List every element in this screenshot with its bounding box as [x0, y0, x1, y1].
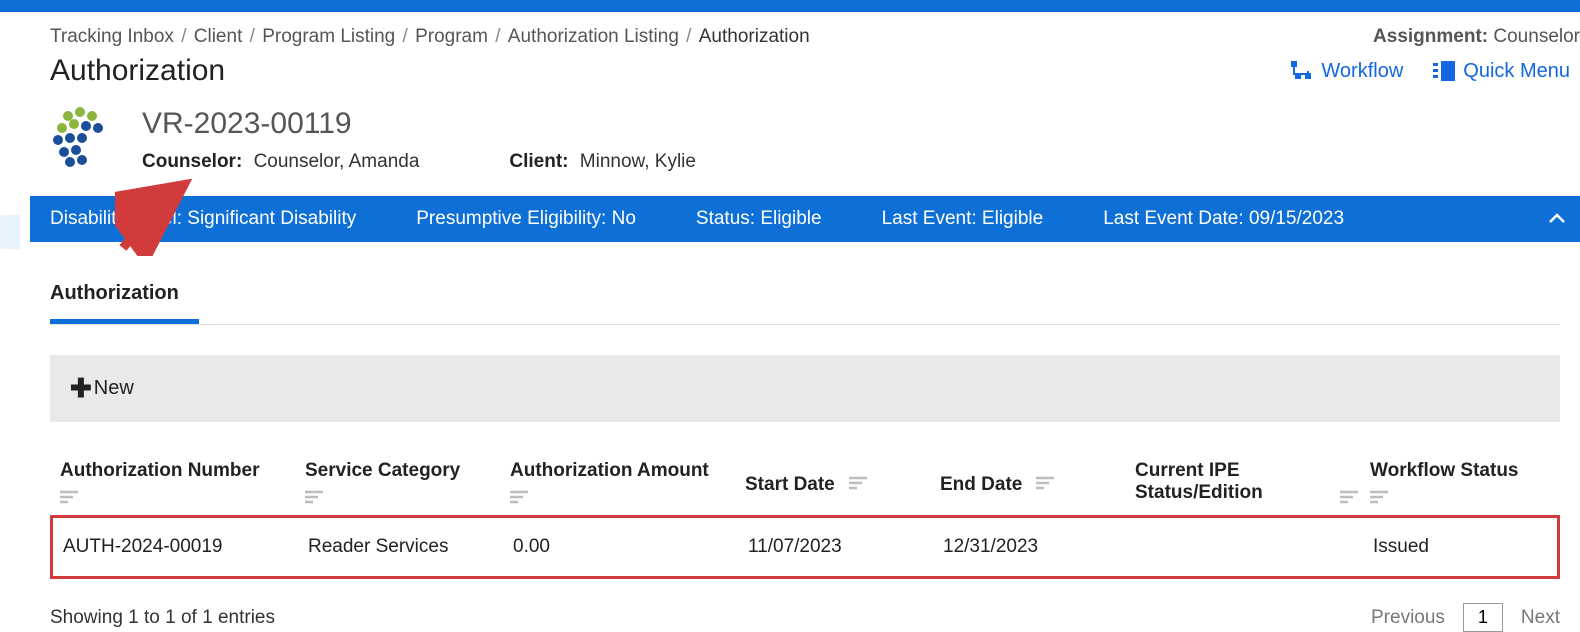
info-band-item: Presumptive Eligibility: No — [416, 208, 636, 230]
tabs: Authorization — [50, 272, 1560, 325]
cell-ipe-status — [1138, 536, 1373, 558]
quick-menu-label: Quick Menu — [1463, 60, 1570, 83]
col-end-date[interactable]: End Date — [940, 460, 1135, 510]
breadcrumb-link[interactable]: Tracking Inbox — [50, 26, 174, 47]
top-bar — [0, 0, 1580, 12]
sort-icon[interactable] — [305, 488, 510, 510]
page-input[interactable] — [1463, 603, 1503, 632]
client-value: Minnow, Kylie — [574, 151, 696, 172]
breadcrumb-link[interactable]: Program — [415, 26, 488, 47]
col-workflow-status[interactable]: Workflow Status — [1370, 460, 1550, 510]
info-band-item: Status: Eligible — [696, 208, 822, 230]
info-band-item: Last Event: Eligible — [882, 208, 1044, 230]
cell-amount: 0.00 — [513, 536, 748, 558]
sort-icon[interactable] — [60, 488, 305, 510]
grid-header: Authorization Number Service Category Au… — [50, 452, 1560, 517]
tab-authorization[interactable]: Authorization — [50, 272, 199, 324]
page-title: Authorization — [50, 54, 225, 88]
breadcrumb: Tracking Inbox / Client / Program Listin… — [50, 26, 810, 48]
client-label: Client: — [509, 151, 568, 172]
breadcrumb-link[interactable]: Program Listing — [262, 26, 395, 47]
showing-text: Showing 1 to 1 of 1 entries — [50, 607, 275, 629]
quick-menu-icon — [1433, 61, 1455, 81]
record-id: VR-2023-00119 — [142, 107, 696, 141]
breadcrumb-row: Tracking Inbox / Client / Program Listin… — [30, 12, 1580, 54]
breadcrumb-link[interactable]: Authorization Listing — [508, 26, 679, 47]
grid-footer: Showing 1 to 1 of 1 entries Previous Nex… — [50, 603, 1560, 632]
workflow-link[interactable]: Workflow — [1291, 60, 1403, 83]
record-meta: VR-2023-00119 Counselor: Counselor, Aman… — [142, 107, 696, 173]
table-row[interactable]: AUTH-2024-00019 Reader Services 0.00 11/… — [50, 515, 1560, 579]
quick-menu-link[interactable]: Quick Menu — [1433, 60, 1570, 83]
left-indicator — [0, 215, 20, 249]
record-fields: Counselor: Counselor, Amanda Client: Min… — [142, 151, 696, 173]
info-band: Disability Level: Significant Disability… — [30, 196, 1580, 242]
header-actions: Workflow Quick Menu — [1291, 60, 1580, 83]
breadcrumb-link[interactable]: Client — [194, 26, 243, 47]
sort-icon[interactable] — [1036, 474, 1056, 496]
counselor-value: Counselor, Amanda — [248, 151, 420, 172]
next-button[interactable]: Next — [1521, 607, 1560, 629]
cell-workflow-status: Issued — [1373, 536, 1547, 558]
assignment-label: Assignment: — [1373, 26, 1488, 47]
workflow-icon — [1291, 61, 1313, 81]
cell-end-date: 12/31/2023 — [943, 536, 1138, 558]
data-grid: Authorization Number Service Category Au… — [50, 452, 1560, 579]
col-auth-number[interactable]: Authorization Number — [60, 460, 305, 510]
app-logo — [50, 106, 122, 174]
header-row: Authorization Workflow Quick Menu — [30, 54, 1580, 96]
col-start-date[interactable]: Start Date — [745, 460, 940, 510]
workflow-label: Workflow — [1321, 60, 1403, 83]
info-band-item: Last Event Date: 09/15/2023 — [1103, 208, 1344, 230]
cell-start-date: 11/07/2023 — [748, 536, 943, 558]
counselor-field: Counselor: Counselor, Amanda — [142, 151, 419, 173]
info-band-item: Disability Level: Significant Disability — [50, 208, 356, 230]
grid-toolbar: ✚ New — [50, 355, 1560, 422]
pager: Previous Next — [1371, 603, 1560, 632]
assignment: Assignment: Counselor — [1373, 26, 1580, 48]
plus-icon: ✚ — [70, 375, 92, 401]
sort-icon[interactable] — [1370, 488, 1550, 510]
sort-icon[interactable] — [1340, 488, 1360, 510]
new-button[interactable]: ✚ New — [70, 375, 134, 401]
col-ipe-status[interactable]: Current IPE Status/Edition — [1135, 460, 1370, 510]
sort-icon[interactable] — [849, 474, 869, 496]
cell-auth-number: AUTH-2024-00019 — [63, 536, 308, 558]
col-auth-amount[interactable]: Authorization Amount — [510, 460, 745, 510]
record-bar: VR-2023-00119 Counselor: Counselor, Aman… — [30, 96, 1580, 196]
col-service-category[interactable]: Service Category — [305, 460, 510, 510]
client-field: Client: Minnow, Kylie — [509, 151, 696, 173]
cell-service-category: Reader Services — [308, 536, 513, 558]
new-label: New — [94, 377, 134, 400]
sort-icon[interactable] — [510, 488, 745, 510]
previous-button[interactable]: Previous — [1371, 607, 1445, 629]
counselor-label: Counselor: — [142, 151, 242, 172]
collapse-icon[interactable] — [1548, 208, 1566, 230]
breadcrumb-current: Authorization — [699, 26, 810, 47]
assignment-value: Counselor — [1493, 26, 1580, 47]
